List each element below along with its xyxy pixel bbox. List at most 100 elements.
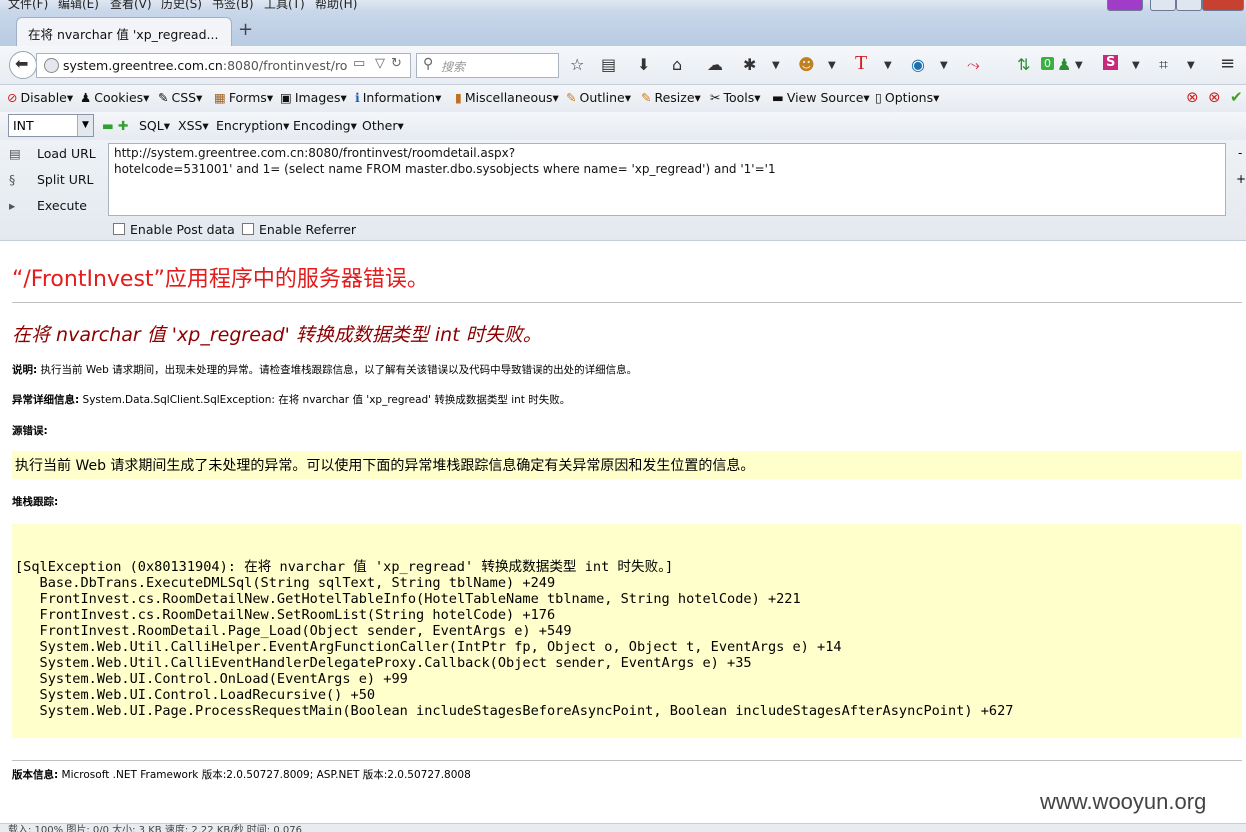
options-menu[interactable]: ▯ Options▾ [875, 90, 939, 105]
view-source-menu[interactable]: ▬ View Source▾ [772, 90, 870, 105]
sql-menu[interactable]: SQL▾ [139, 118, 170, 133]
source-error-label: 源错误: [12, 423, 48, 438]
back-button[interactable]: ⬅ [9, 51, 37, 79]
maximize-button[interactable] [1176, 0, 1202, 11]
stack-line: FrontInvest.cs.RoomDetailNew.SetRoomList… [15, 607, 556, 623]
image-icon: ▣ [280, 90, 292, 105]
resize-label: Resize▾ [654, 90, 701, 105]
user-icon[interactable]: ♟ [1057, 55, 1071, 74]
tab-active[interactable]: 在将 nvarchar 值 'xp_regread... [16, 17, 232, 47]
menu-tools[interactable]: 工具(T) [264, 0, 305, 12]
information-menu[interactable]: ℹ Information▾ [355, 90, 441, 105]
error-icon[interactable]: ⊗ [1186, 88, 1199, 106]
chevron-down-icon[interactable]: ▼ [1132, 60, 1140, 71]
enable-post-checkbox[interactable]: Enable Post data [113, 222, 235, 237]
encoding-menu[interactable]: Encoding▾ [293, 118, 357, 133]
info-icon: ℹ [355, 90, 360, 105]
increase-icon[interactable]: ✚ [118, 118, 128, 133]
divider [12, 760, 1242, 761]
view-source-label: View Source▾ [786, 90, 870, 105]
misc-icon: ▮ [455, 90, 462, 105]
menu-edit[interactable]: 编辑(E) [58, 0, 99, 12]
chat-icon[interactable]: ☁ [707, 55, 723, 74]
encryption-menu[interactable]: Encryption▾ [216, 118, 289, 133]
bookmark-star-icon[interactable]: ☆ [570, 55, 584, 74]
address-bar[interactable]: system.greentree.com.cn:8080/frontinvest… [36, 53, 411, 78]
expand-panel-icon[interactable]: + [1236, 172, 1246, 186]
url-textarea[interactable]: http://system.greentree.com.cn:8080/fron… [108, 143, 1226, 216]
images-menu[interactable]: ▣ Images▾ [280, 90, 347, 105]
source-error-box: 执行当前 Web 请求期间生成了未处理的异常。可以使用下面的异常堆栈跟踪信息确定… [12, 451, 1242, 479]
chart-icon[interactable]: ⤳ [967, 55, 980, 75]
chevron-down-icon[interactable]: ▼ [772, 60, 780, 71]
images-label: Images▾ [294, 90, 347, 105]
load-url-button[interactable]: ▤ Load URL [9, 146, 96, 161]
type-select[interactable]: INT ▼ [8, 114, 94, 137]
menu-bookmarks[interactable]: 书签(B) [212, 0, 254, 12]
monkey-icon[interactable]: ☻ [798, 55, 815, 74]
page-title: “/FrontInvest”应用程序中的服务器错误。 [12, 267, 429, 292]
disable-label: Disable▾ [20, 90, 74, 105]
menu-history[interactable]: 历史(S) [161, 0, 202, 12]
enable-referrer-checkbox[interactable]: Enable Referrer [242, 222, 356, 237]
miscellaneous-label: Miscellaneous▾ [464, 90, 559, 105]
forms-menu[interactable]: ▦ Forms▾ [214, 90, 273, 105]
outline-menu[interactable]: ✎ Outline▾ [566, 90, 631, 105]
other-menu[interactable]: Other▾ [362, 118, 404, 133]
chevron-down-icon[interactable]: ▼ [1187, 60, 1195, 71]
disable-menu[interactable]: ⊘ Disable▾ [7, 90, 73, 105]
version-label: 版本信息: [12, 769, 59, 781]
address-text[interactable]: system.greentree.com.cn:8080/frontinvest… [63, 58, 348, 73]
forms-icon: ▦ [214, 90, 226, 105]
reload-icon[interactable]: ↻ [391, 56, 402, 71]
miscellaneous-menu[interactable]: ▮ Miscellaneous▾ [455, 90, 559, 105]
tools-menu[interactable]: ✂ Tools▾ [710, 90, 761, 105]
stack-line: FrontInvest.RoomDetail.Page_Load(Object … [15, 623, 572, 639]
disable-icon: ⊘ [7, 90, 18, 105]
search-box[interactable]: ⚲ 搜索 [416, 53, 559, 78]
cookies-menu[interactable]: ♟ Cookies▾ [80, 90, 149, 105]
split-url-button[interactable]: § Split URL [9, 172, 94, 187]
menu-help[interactable]: 帮助(H) [315, 0, 357, 12]
chevron-down-icon[interactable]: ▼ [884, 60, 892, 71]
chevron-down-icon[interactable]: ▼ [1075, 60, 1083, 71]
shrink-panel-icon[interactable]: - [1238, 146, 1242, 160]
execute-button[interactable]: ▸ Execute [9, 198, 87, 213]
chevron-down-icon[interactable]: ▼ [940, 60, 948, 71]
ie-icon[interactable]: ◉ [911, 55, 925, 74]
css-menu[interactable]: ✎ CSS▾ [158, 90, 202, 105]
hamburger-menu-icon[interactable]: ≡ [1220, 53, 1235, 74]
url-line-1: http://system.greentree.com.cn:8080/fron… [114, 146, 516, 160]
xss-menu[interactable]: XSS▾ [178, 118, 209, 133]
close-window-button[interactable] [1202, 0, 1244, 11]
reading-list-icon[interactable]: ▤ [601, 55, 616, 74]
decrease-icon[interactable]: ▬ [102, 118, 114, 133]
crop-icon[interactable]: ⌗ [1159, 55, 1168, 75]
home-icon[interactable]: ⌂ [672, 55, 682, 74]
counter-badge: 0 [1041, 57, 1054, 70]
menu-view[interactable]: 查看(V) [110, 0, 152, 12]
new-tab-button[interactable]: + [238, 19, 253, 40]
s-extension-icon[interactable]: S [1103, 55, 1119, 70]
version-text: Microsoft .NET Framework 版本:2.0.50727.80… [58, 769, 471, 781]
enable-referrer-label: Enable Referrer [259, 222, 357, 237]
download-icon[interactable]: ⬇ [637, 55, 650, 74]
execute-label: Execute [37, 198, 87, 213]
firefox-menu-button[interactable] [1107, 0, 1143, 11]
chevron-down-icon[interactable]: ▼ [828, 60, 836, 71]
warning-icon[interactable]: ⊗ [1208, 88, 1221, 106]
reader-icon[interactable]: ▭ [353, 56, 365, 71]
stack-line: [SqlException (0x80131904): 在将 nvarchar … [15, 559, 674, 575]
text-t-icon[interactable]: T [855, 52, 867, 75]
bug-icon[interactable]: ✱ [743, 55, 756, 74]
checkmark-icon[interactable]: ✔ [1230, 88, 1243, 106]
dropdown-icon[interactable]: ▽ [375, 56, 385, 71]
menu-file[interactable]: 文件(F) [8, 0, 48, 12]
minimize-button[interactable] [1150, 0, 1176, 11]
resize-menu[interactable]: ✎ Resize▾ [641, 90, 701, 105]
options-label: Options▾ [884, 90, 940, 105]
tools-label: Tools▾ [723, 90, 761, 105]
options-icon: ▯ [875, 90, 882, 105]
split-icon: § [9, 172, 16, 187]
swap-icon[interactable]: ⇅ [1017, 55, 1030, 74]
